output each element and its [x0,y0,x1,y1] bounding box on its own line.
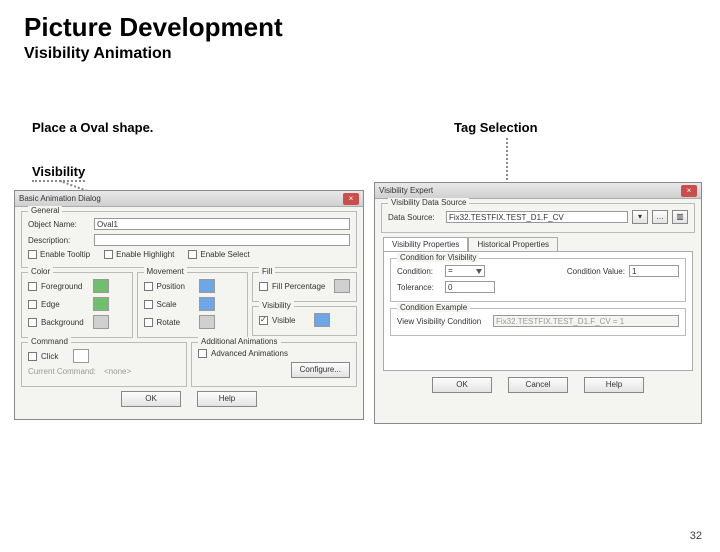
help-button[interactable]: Help [584,377,644,393]
visible-label: Visible [272,316,310,325]
enable-tooltip-checkbox[interactable] [28,250,37,259]
background-checkbox[interactable] [28,318,37,327]
rotate-icon[interactable] [199,315,215,329]
visibility-tab-panel: Condition for Visibility Condition: = Co… [383,251,693,371]
data-source-label: Data Source: [388,213,442,222]
color-group: Color Foreground Edge Background [21,272,133,338]
slide-subtitle: Visibility Animation [24,45,720,63]
database-icon[interactable]: ▥ [672,210,688,224]
view-condition-value: Fix32.TESTFIX.TEST_D1.F_CV = 1 [493,315,679,327]
condition-value-label: Condition Value: [561,267,625,276]
foreground-checkbox[interactable] [28,282,37,291]
condition-label: Condition: [397,267,441,276]
enable-select-checkbox[interactable] [188,250,197,259]
dialog-titlebar-right: Visibility Expert × [375,183,701,199]
edge-icon[interactable] [93,297,109,311]
visible-icon[interactable] [314,313,330,327]
data-source-field[interactable]: Fix32.TESTFIX.TEST_D1.F_CV [446,211,628,223]
current-command-label: Current Command: [28,367,100,376]
advanced-checkbox[interactable] [198,349,207,358]
object-name-label: Object Name: [28,220,90,229]
ok-button[interactable]: OK [432,377,492,393]
visible-checkbox[interactable] [259,316,268,325]
object-name-field[interactable]: Oval1 [94,218,350,230]
dialog-title-right: Visibility Expert [379,186,433,195]
label-tag-selection: Tag Selection [454,120,538,135]
data-source-legend: Visibility Data Source [388,198,469,207]
data-source-group: Visibility Data Source Data Source: Fix3… [381,203,695,233]
position-label: Position [157,282,195,291]
rotate-checkbox[interactable] [144,318,153,327]
fill-icon[interactable] [334,279,350,293]
ok-button[interactable]: OK [121,391,181,407]
example-legend: Condition Example [397,303,470,312]
label-visibility: Visibility [32,164,85,182]
advanced-label: Advanced Animations [211,349,288,358]
tab-visibility-properties[interactable]: Visibility Properties [383,237,468,251]
fill-group: Fill Fill Percentage [252,272,357,302]
command-legend: Command [28,337,71,346]
rotate-label: Rotate [157,318,195,327]
fill-checkbox[interactable] [259,282,268,291]
edge-label: Edge [41,300,89,309]
condition-value-field[interactable]: 1 [629,265,679,277]
enable-highlight-label: Enable Highlight [116,250,174,259]
dialog-titlebar: Basic Animation Dialog × [15,191,363,207]
example-group: Condition Example View Visibility Condit… [390,308,686,336]
background-label: Background [41,318,89,327]
scale-icon[interactable] [199,297,215,311]
tab-historical-properties[interactable]: Historical Properties [468,237,558,251]
condition-legend: Condition for Visibility [397,253,479,262]
edge-checkbox[interactable] [28,300,37,309]
command-group: Command Click Current Command:<none> [21,342,187,387]
color-legend: Color [28,267,53,276]
page-number: 32 [690,530,702,542]
scale-label: Scale [157,300,195,309]
movement-legend: Movement [144,267,187,276]
condition-select[interactable]: = [445,265,485,277]
current-command-value: <none> [104,367,131,376]
configure-button[interactable]: Configure... [291,362,350,378]
visibility-expert-dialog: Visibility Expert × Visibility Data Sour… [374,182,702,424]
general-group: General Object Name: Oval1 Description: … [21,211,357,268]
additional-group: Additional Animations Advanced Animation… [191,342,357,387]
label-place-oval: Place a Oval shape. [32,120,153,135]
background-icon[interactable] [93,315,109,329]
condition-group: Condition for Visibility Condition: = Co… [390,258,686,302]
foreground-icon[interactable] [93,279,109,293]
position-checkbox[interactable] [144,282,153,291]
browse-button[interactable]: … [652,210,668,224]
click-icon[interactable] [73,349,89,363]
visibility-legend: Visibility [259,301,294,310]
fill-legend: Fill [259,267,275,276]
basic-animation-dialog: Basic Animation Dialog × General Object … [14,190,364,420]
click-checkbox[interactable] [28,352,37,361]
position-icon[interactable] [199,279,215,293]
foreground-label: Foreground [41,282,89,291]
enable-tooltip-label: Enable Tooltip [40,250,90,259]
tolerance-field[interactable]: 0 [445,281,495,293]
enable-highlight-checkbox[interactable] [104,250,113,259]
close-icon[interactable]: × [681,185,697,197]
general-legend: General [28,206,62,215]
additional-legend: Additional Animations [198,337,281,346]
enable-select-label: Enable Select [200,250,249,259]
help-button[interactable]: Help [197,391,257,407]
click-label: Click [41,352,69,361]
fill-label: Fill Percentage [272,282,330,291]
dialog-title: Basic Animation Dialog [19,194,101,203]
scale-checkbox[interactable] [144,300,153,309]
view-condition-label: View Visibility Condition [397,317,489,326]
slide-title: Picture Development [24,12,720,43]
dropdown-icon[interactable]: ▾ [632,210,648,224]
cancel-button[interactable]: Cancel [508,377,568,393]
description-label: Description: [28,236,90,245]
close-icon[interactable]: × [343,193,359,205]
tolerance-label: Tolerance: [397,283,441,292]
visibility-group: Visibility Visible [252,306,357,336]
description-field[interactable] [94,234,350,246]
movement-group: Movement Position Scale Rotate [137,272,249,338]
